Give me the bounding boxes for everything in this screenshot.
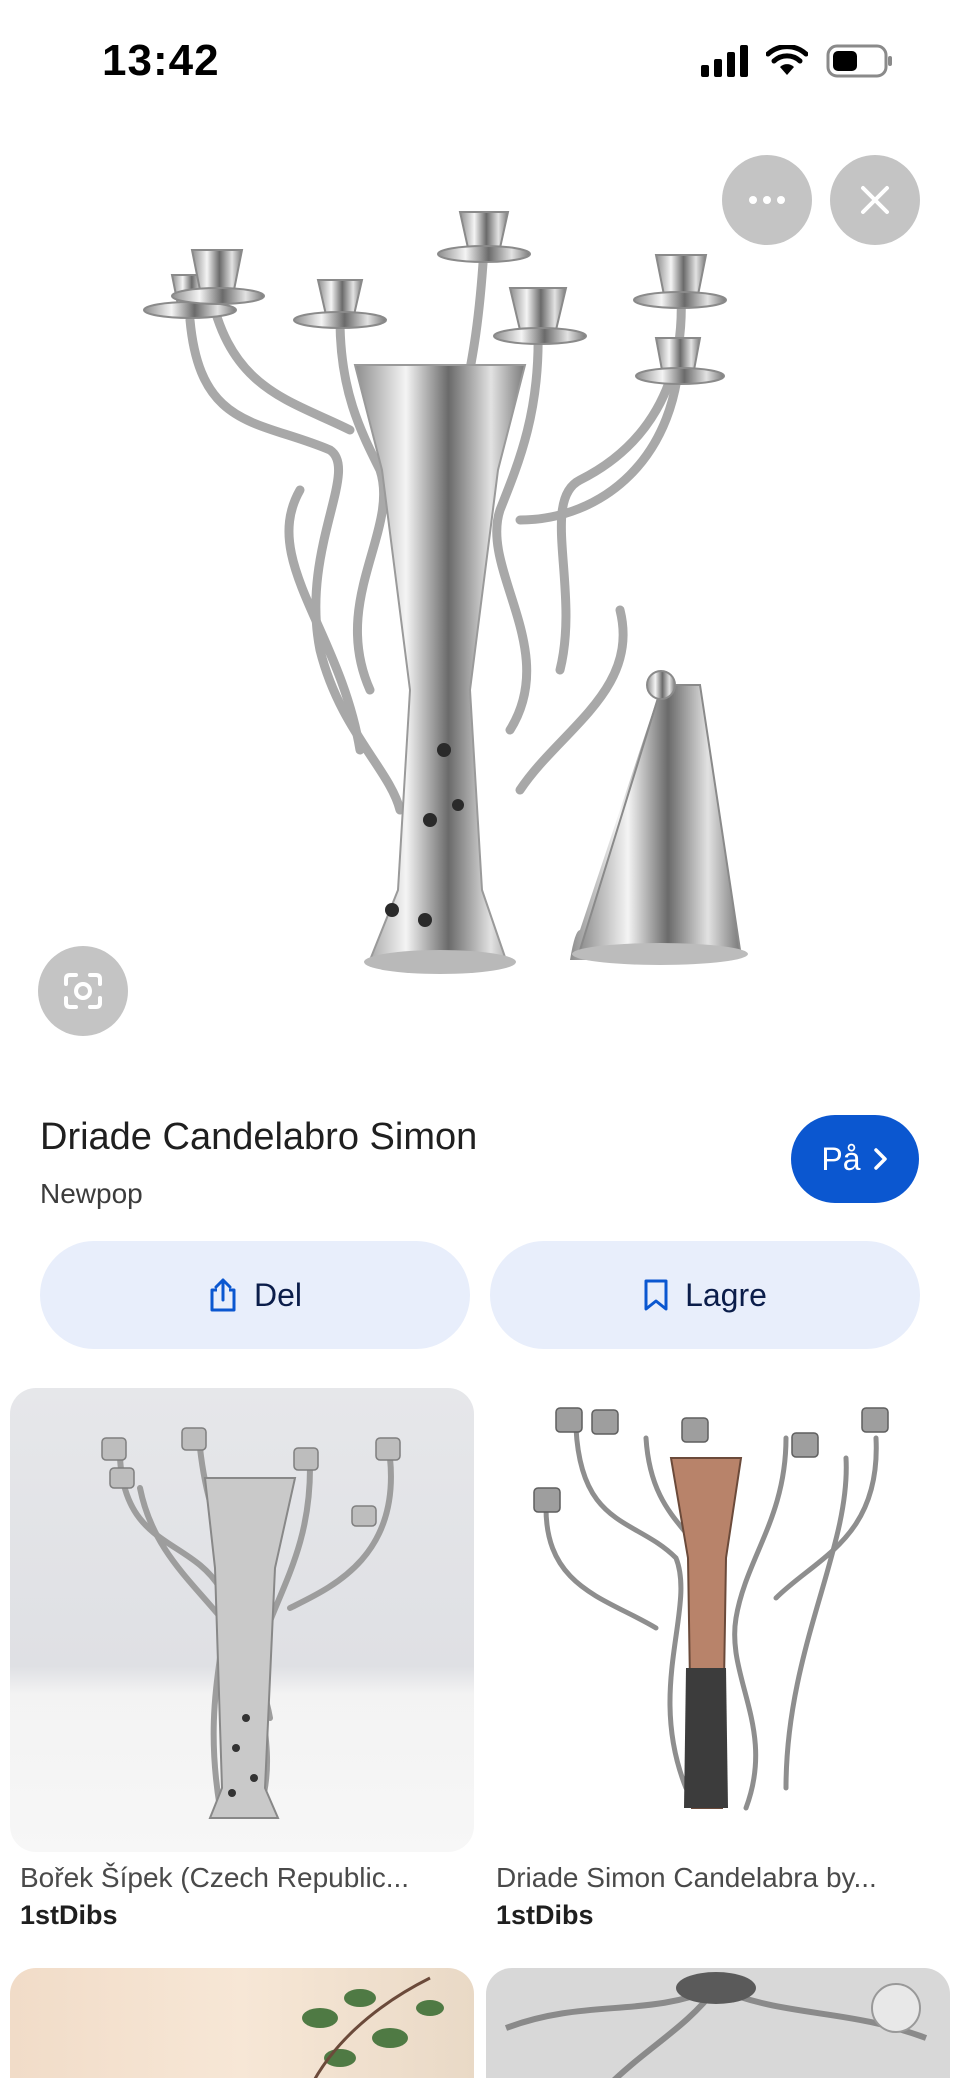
result-source[interactable]: Newpop xyxy=(40,1178,143,1210)
result-thumbnail[interactable] xyxy=(10,1388,474,1852)
related-result-card[interactable]: Driade Simon Candelabra by... 1stDibs xyxy=(486,1388,950,1931)
close-button[interactable] xyxy=(830,155,920,245)
result-thumbnail[interactable] xyxy=(486,1968,950,2078)
signal-icon xyxy=(701,45,748,77)
close-icon xyxy=(861,186,889,214)
visit-button[interactable]: På xyxy=(791,1115,919,1203)
wifi-icon xyxy=(766,45,808,75)
share-icon xyxy=(210,1278,236,1312)
share-button[interactable]: Del xyxy=(40,1241,470,1349)
save-button[interactable]: Lagre xyxy=(490,1241,920,1349)
result-caption[interactable]: Driade Simon Candelabra by... xyxy=(486,1862,936,1894)
chevron-right-icon xyxy=(873,1148,887,1170)
main-image[interactable] xyxy=(0,130,960,1060)
result-source-name: 1stDibs xyxy=(20,1900,118,1930)
result-thumbnail[interactable] xyxy=(486,1388,950,1852)
visit-label: På xyxy=(821,1140,861,1177)
related-result-card[interactable]: Bořek Šípek (Czech Republic... 1stDibs xyxy=(10,1388,474,1931)
status-bar: 13:42 xyxy=(0,0,960,130)
result-thumbnail[interactable] xyxy=(10,1968,474,2078)
more-horizontal-icon xyxy=(749,196,785,204)
status-icons xyxy=(701,44,894,78)
battery-icon xyxy=(826,44,892,78)
bookmark-icon xyxy=(644,1279,668,1311)
save-label: Lagre xyxy=(685,1276,767,1313)
lens-icon xyxy=(64,973,102,1009)
candelabra-image xyxy=(143,211,748,974)
more-options-button[interactable] xyxy=(722,155,812,245)
lens-search-button[interactable] xyxy=(38,946,128,1036)
share-label: Del xyxy=(253,1276,302,1313)
status-time: 13:42 xyxy=(102,36,220,85)
result-caption[interactable]: Bořek Šípek (Czech Republic... xyxy=(10,1862,460,1894)
result-source-name: 1stDibs xyxy=(496,1900,594,1930)
result-title[interactable]: Driade Candelabro Simon xyxy=(40,1116,477,1159)
